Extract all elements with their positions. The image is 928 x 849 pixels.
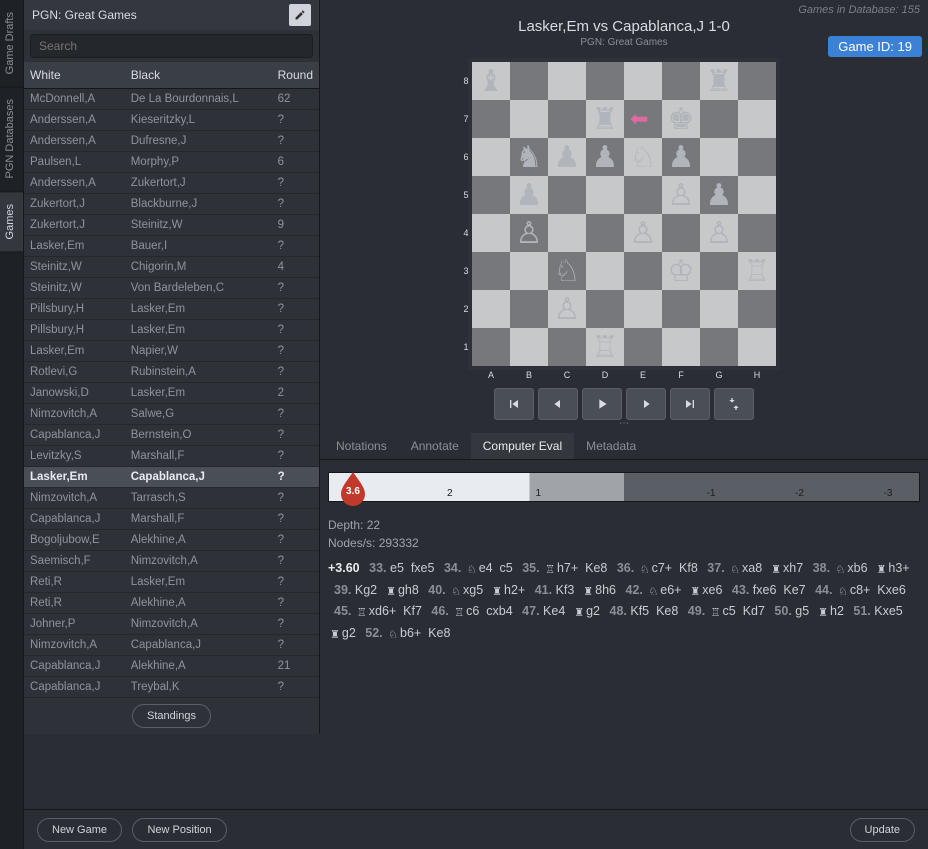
piece[interactable]: ♘: [554, 254, 581, 289]
new-game-button[interactable]: New Game: [37, 818, 122, 842]
col-round[interactable]: Round: [272, 62, 319, 89]
table-row[interactable]: Bogoljubow,EAlekhine,A?: [24, 530, 319, 551]
vtab-pgn-databases[interactable]: PGN Databases: [0, 87, 23, 191]
tab-annotate[interactable]: Annotate: [399, 433, 471, 459]
table-row[interactable]: Paulsen,LMorphy,P6: [24, 152, 319, 173]
vtab-game-drafts[interactable]: Game Drafts: [0, 0, 23, 87]
piece[interactable]: ♘: [630, 140, 657, 175]
piece[interactable]: ♞: [516, 140, 543, 175]
table-row[interactable]: Lasker,EmNapier,W?: [24, 341, 319, 362]
nav-next-button[interactable]: [626, 388, 666, 420]
table-row[interactable]: Rotlevi,GRubinstein,A?: [24, 362, 319, 383]
piece[interactable]: ♜: [706, 64, 733, 99]
table-row[interactable]: Pillsbury,HLasker,Em?: [24, 320, 319, 341]
piece[interactable]: ♖: [592, 330, 619, 365]
table-row[interactable]: Capablanca,JBernstein,O?: [24, 425, 319, 446]
table-row[interactable]: Capablanca,JMarshall,F?: [24, 509, 319, 530]
eval-depth: Depth: 22: [328, 518, 920, 532]
tab-computer-eval[interactable]: Computer Eval: [471, 433, 574, 459]
piece[interactable]: ♚: [668, 102, 695, 137]
table-row[interactable]: Lasker,EmCapablanca,J?: [24, 467, 319, 488]
game-title: Lasker,Em vs Capablanca,J 1-0: [320, 18, 928, 35]
vtab-games[interactable]: Games: [0, 192, 23, 252]
col-black[interactable]: Black: [125, 62, 272, 89]
computer-eval-panel: 21-1-2-3 3.6 Depth: 22 Nodes/s: 293332 +…: [320, 460, 928, 849]
game-id-badge: Game ID: 19: [828, 36, 922, 57]
eval-bar: 21-1-2-3: [328, 472, 920, 502]
nav-last-button[interactable]: [670, 388, 710, 420]
piece[interactable]: ♜: [592, 102, 619, 137]
table-row[interactable]: Anderssen,AKieseritzky,L?: [24, 110, 319, 131]
piece[interactable]: ♟: [592, 140, 619, 175]
table-row[interactable]: Nimzovitch,ASalwe,G?: [24, 404, 319, 425]
col-white[interactable]: White: [24, 62, 125, 89]
nav-flip-button[interactable]: [714, 388, 754, 420]
more-dots-icon[interactable]: ⋯: [320, 418, 928, 429]
piece[interactable]: ♔: [668, 254, 695, 289]
table-row[interactable]: Capablanca,JTreybal,K?: [24, 677, 319, 698]
table-row[interactable]: McDonnell,ADe La Bourdonnais,L62: [24, 89, 319, 110]
standings-button[interactable]: Standings: [132, 704, 211, 728]
bottom-bar: New Game New Position Update: [24, 809, 928, 849]
pgn-title: PGN: Great Games: [32, 8, 137, 22]
table-row[interactable]: Zukertort,JBlackburne,J?: [24, 194, 319, 215]
nav-buttons: [320, 388, 928, 420]
search-input[interactable]: [30, 34, 313, 58]
new-position-button[interactable]: New Position: [132, 818, 226, 842]
piece[interactable]: ♙: [516, 216, 543, 251]
db-count: Games in Database: 155: [320, 0, 928, 20]
table-row[interactable]: Anderssen,ADufresne,J?: [24, 131, 319, 152]
piece[interactable]: ♝: [478, 64, 505, 99]
table-row[interactable]: Johner,PNimzovitch,A?: [24, 614, 319, 635]
main-panel: Games in Database: 155 Lasker,Em vs Capa…: [320, 0, 928, 849]
move-arrow-icon: ⬅: [630, 106, 648, 132]
table-row[interactable]: Reti,RAlekhine,A?: [24, 593, 319, 614]
table-row[interactable]: Nimzovitch,ATarrasch,S?: [24, 488, 319, 509]
piece[interactable]: ♙: [706, 216, 733, 251]
eval-score-drop: 3.6: [338, 470, 368, 506]
piece[interactable]: ♖: [744, 254, 771, 289]
chess-board[interactable]: ♝8♜7♜⬅♚6♞♟♟♘♟5♟♙♟4♙♙♙3♘♔♖2♙1♖: [468, 58, 780, 370]
table-row[interactable]: Steinitz,WChigorin,M4: [24, 257, 319, 278]
table-row[interactable]: Zukertort,JSteinitz,W9: [24, 215, 319, 236]
tab-metadata[interactable]: Metadata: [574, 433, 648, 459]
update-button[interactable]: Update: [850, 818, 915, 842]
eval-nodes: Nodes/s: 293332: [328, 536, 920, 550]
piece[interactable]: ♟: [516, 178, 543, 213]
piece[interactable]: ♙: [668, 178, 695, 213]
table-row[interactable]: Steinitz,WVon Bardeleben,C?: [24, 278, 319, 299]
nav-prev-button[interactable]: [538, 388, 578, 420]
piece[interactable]: ♙: [630, 216, 657, 251]
vertical-tabs: Game DraftsPGN DatabasesGames: [0, 0, 24, 849]
piece[interactable]: ♟: [706, 178, 733, 213]
nav-play-button[interactable]: [582, 388, 622, 420]
games-table: White Black Round McDonnell,ADe La Bourd…: [24, 62, 319, 698]
pv-line[interactable]: +3.60 33. e5 fxe5 34. ♘e4 c5 35. ♖h7+ Ke…: [328, 558, 920, 644]
table-row[interactable]: Janowski,DLasker,Em2: [24, 383, 319, 404]
piece[interactable]: ♙: [554, 292, 581, 327]
analysis-tabs: NotationsAnnotateComputer EvalMetadata: [320, 433, 928, 460]
table-row[interactable]: Levitzky,SMarshall,F?: [24, 446, 319, 467]
table-row[interactable]: Lasker,EmBauer,I?: [24, 236, 319, 257]
tab-notations[interactable]: Notations: [324, 433, 399, 459]
piece[interactable]: ♟: [554, 140, 581, 175]
piece[interactable]: ♟: [668, 140, 695, 175]
table-row[interactable]: Saemisch,FNimzovitch,A?: [24, 551, 319, 572]
table-row[interactable]: Reti,RLasker,Em?: [24, 572, 319, 593]
table-row[interactable]: Pillsbury,HLasker,Em?: [24, 299, 319, 320]
table-row[interactable]: Nimzovitch,ACapablanca,J?: [24, 635, 319, 656]
table-row[interactable]: Capablanca,JAlekhine,A21: [24, 656, 319, 677]
games-panel: PGN: Great Games White Black Round McDon…: [24, 0, 320, 734]
nav-first-button[interactable]: [494, 388, 534, 420]
edit-pgn-button[interactable]: [289, 4, 311, 26]
table-row[interactable]: Anderssen,AZukertort,J?: [24, 173, 319, 194]
